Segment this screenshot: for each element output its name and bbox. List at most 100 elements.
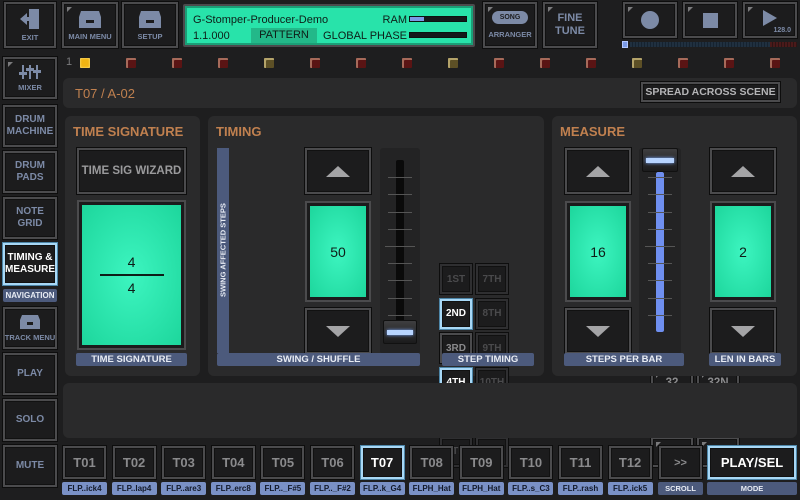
scroll-button[interactable]: >> (659, 446, 702, 479)
fader-fill (656, 172, 664, 332)
len-in-bars-display[interactable]: 2 (712, 203, 774, 300)
fader-knob[interactable] (383, 320, 417, 344)
pattern-indicator-red[interactable] (494, 58, 504, 68)
pattern-indicator-red[interactable] (172, 58, 182, 68)
pattern-indicator-red[interactable] (540, 58, 550, 68)
steps-per-bar-up-button[interactable] (565, 148, 631, 194)
track-button-label: T01 (73, 455, 96, 470)
pattern-indicator-red[interactable] (310, 58, 320, 68)
fader-tick (388, 177, 412, 179)
song-badge: SONG (491, 11, 529, 24)
track-button-t02[interactable]: T02 (112, 446, 156, 479)
pattern-indicator-olive[interactable] (632, 58, 642, 68)
steps-per-bar-down-button[interactable] (565, 308, 631, 354)
swing-step-1st[interactable]: 1ST (440, 264, 472, 294)
pattern-indicator-gold[interactable] (80, 58, 90, 68)
fine-tune-button[interactable]: FINE TUNE (543, 2, 597, 48)
swing-value-display[interactable]: 50 (307, 203, 369, 300)
track-button-label: T06 (321, 455, 344, 470)
arranger-button[interactable]: SONG ARRANGER (483, 2, 537, 48)
fader-tick (648, 314, 672, 316)
fader-knob[interactable] (642, 148, 678, 172)
sidebar-item-timing-measure[interactable]: TIMING & MEASURE (3, 243, 57, 285)
track-button-t10[interactable]: T10 (509, 446, 553, 479)
sidebar-item-mixer[interactable]: MIXER (3, 57, 57, 99)
spread-across-scene-button[interactable]: SPREAD ACROSS SCENE (641, 82, 780, 102)
sidebar-item-label: TRACK MENU (4, 333, 56, 342)
sidebar-item-label: SOLO (15, 414, 45, 425)
track-button-t05[interactable]: T05 (261, 446, 305, 479)
swing-step-2nd[interactable]: 2ND (440, 298, 472, 329)
arranger-label: ARRANGER (488, 30, 532, 39)
play-button[interactable]: 128.0 (743, 2, 797, 38)
sidebar-item-drum-pads[interactable]: DRUM PADS (3, 151, 57, 193)
progress-track (630, 42, 770, 47)
track-sample-label: FLPH_Hat (409, 482, 455, 495)
len-in-bars-down-button[interactable] (710, 308, 776, 354)
progress-track-end (770, 42, 797, 47)
pattern-indicator-olive[interactable] (264, 58, 274, 68)
track-button-label: T08 (420, 455, 443, 470)
sidebar-item-note-grid[interactable]: NOTE GRID (3, 197, 57, 239)
pattern-indicator-red[interactable] (724, 58, 734, 68)
pattern-indicator-red[interactable] (586, 58, 596, 68)
stop-button[interactable] (683, 2, 737, 38)
exit-label: EXIT (21, 33, 39, 42)
pattern-indicator-red[interactable] (678, 58, 688, 68)
progress-handle[interactable] (622, 41, 628, 48)
pattern-indicator-red[interactable] (356, 58, 366, 68)
song-progress-bar[interactable] (622, 41, 797, 48)
track-sample-label: FLPH_Hat (458, 482, 504, 495)
arrow-down-icon (586, 325, 610, 337)
pattern-indicator-red[interactable] (218, 58, 228, 68)
sidebar-item-label: TIMING & MEASURE (5, 252, 56, 275)
time-sig-wizard-button[interactable]: TIME SIG WIZARD (77, 148, 186, 194)
sidebar-item-play[interactable]: PLAY (3, 353, 57, 395)
track-button-t01[interactable]: T01 (63, 446, 106, 479)
record-button[interactable] (623, 2, 677, 38)
exit-button[interactable]: EXIT (4, 2, 56, 48)
drawer-icon (79, 11, 101, 28)
track-button-t08[interactable]: T08 (410, 446, 454, 479)
fader-tick (648, 194, 672, 196)
sidebar-item-label: MUTE (15, 460, 45, 471)
swing-step-label: 7TH (482, 273, 502, 285)
swing-up-button[interactable] (305, 148, 371, 194)
sidebar-item-track-menu[interactable]: TRACK MENU (3, 307, 57, 349)
swing-affected-steps-label: SWING AFFECTED STEPS (217, 148, 229, 353)
sidebar-item-drum-machine[interactable]: DRUM MACHINE (3, 105, 57, 147)
track-button-t04[interactable]: T04 (211, 446, 255, 479)
ram-meter (409, 16, 467, 22)
setup-button[interactable]: SETUP (122, 2, 178, 48)
setup-label: SETUP (137, 32, 163, 41)
steps-per-bar-fader[interactable] (639, 148, 681, 354)
sidebar-item-solo[interactable]: SOLO (3, 399, 57, 441)
pattern-indicator-olive[interactable] (448, 58, 458, 68)
swing-step-8th[interactable]: 8TH (476, 298, 508, 329)
pattern-indicator-red[interactable] (770, 58, 780, 68)
swing-down-button[interactable] (305, 308, 371, 354)
steps-per-bar-value: 16 (590, 243, 606, 260)
swing-step-label: 8TH (482, 308, 502, 319)
track-button-t06[interactable]: T06 (311, 446, 354, 479)
pattern-indicator-red[interactable] (126, 58, 136, 68)
main-menu-button[interactable]: MAIN MENU (62, 2, 118, 48)
len-in-bars-up-button[interactable] (710, 148, 776, 194)
time-signature-display[interactable]: 4 4 (79, 202, 184, 348)
sidebar-item-mute[interactable]: MUTE (3, 445, 57, 487)
pattern-indicator-red[interactable] (402, 58, 412, 68)
track-button-t07[interactable]: T07 (360, 446, 404, 479)
track-sample-label: FLP..ick5 (607, 482, 653, 495)
sidebar-item-label: DRUM PADS (15, 160, 45, 183)
global-phase-meter (409, 32, 467, 38)
track-button-t03[interactable]: T03 (162, 446, 206, 479)
track-button-t09[interactable]: T09 (459, 446, 503, 479)
sidebar-item-label: NOTE GRID (16, 206, 44, 229)
track-button-t11[interactable]: T11 (559, 446, 602, 479)
steps-per-bar-display[interactable]: 16 (567, 203, 629, 300)
swing-step-7th[interactable]: 7TH (476, 264, 508, 294)
track-button-t12[interactable]: T12 (608, 446, 652, 479)
measure-heading: MEASURE (560, 124, 626, 139)
swing-fader[interactable] (380, 148, 420, 354)
play-select-mode-button[interactable]: PLAY/SEL (708, 446, 796, 479)
